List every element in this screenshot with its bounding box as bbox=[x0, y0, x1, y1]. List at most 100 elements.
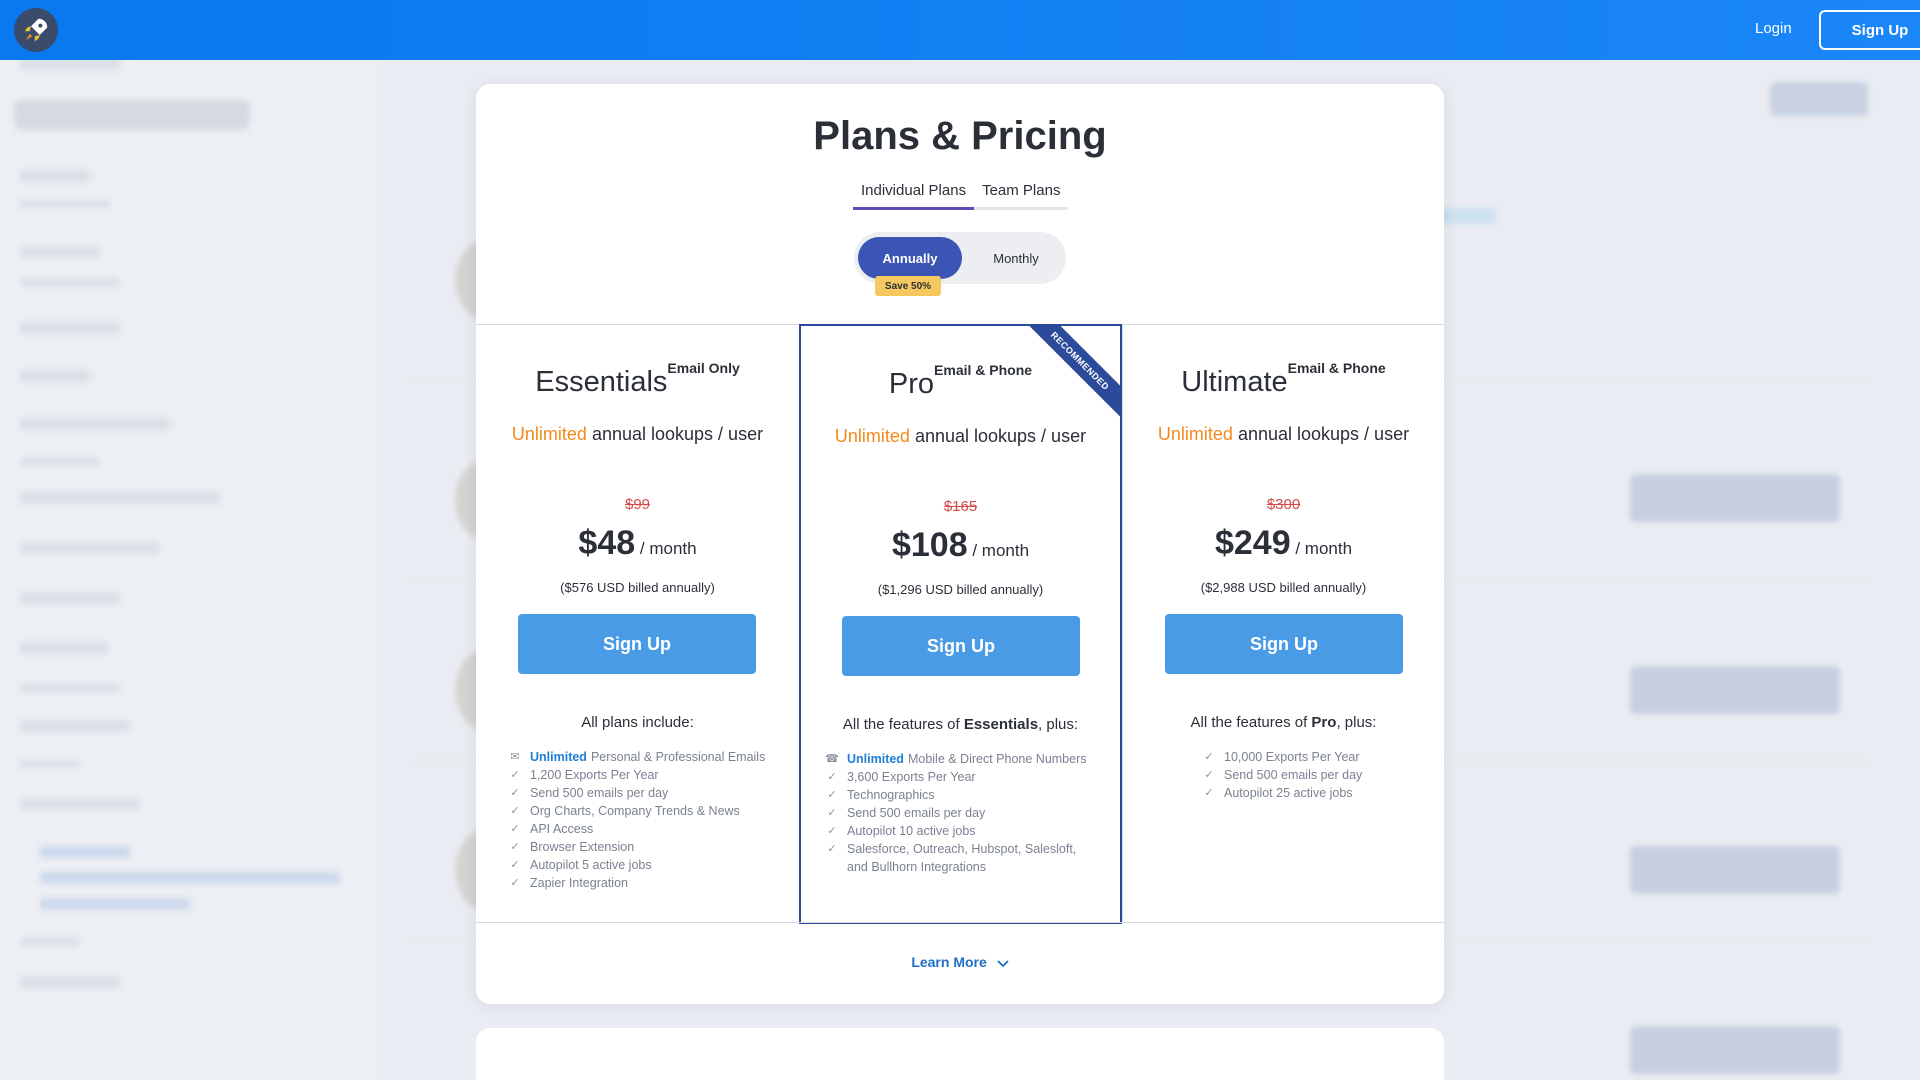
feature-text: and Bullhorn Integrations bbox=[847, 860, 986, 874]
billed-annually-note: ($1,296 USD billed annually) bbox=[877, 582, 1044, 597]
check-icon: ✓ bbox=[510, 859, 520, 871]
check-icon: ✓ bbox=[827, 771, 837, 783]
ultimate-signup-button[interactable]: Sign Up bbox=[1165, 614, 1403, 674]
monthly-option[interactable]: Monthly bbox=[976, 237, 1056, 279]
feature-text: Personal & Professional Emails bbox=[590, 750, 766, 764]
plan-type-tabs: Individual Plans Team Plans bbox=[853, 182, 1069, 210]
feature-text: Zapier Integration bbox=[530, 876, 628, 890]
feature-text: Org Charts, Company Trends & News bbox=[530, 804, 740, 818]
check-icon: ✓ bbox=[827, 825, 837, 837]
original-price: $300 bbox=[1266, 496, 1301, 513]
plan-price: $108 / month bbox=[801, 526, 1120, 565]
top-nav-bar: Login Sign Up bbox=[0, 0, 1920, 60]
feature-item: ✓ Org Charts, Company Trends & News bbox=[508, 802, 765, 820]
check-icon: ✓ bbox=[827, 843, 837, 855]
plan-card-essentials: EssentialsEmail Only Unlimited annual lo… bbox=[476, 324, 800, 923]
feature-text: Autopilot 5 active jobs bbox=[530, 858, 652, 872]
plan-name: Essentials bbox=[535, 366, 668, 398]
feature-item: ✓ Autopilot 25 active jobs bbox=[1202, 784, 1362, 802]
plan-name: Pro bbox=[888, 368, 935, 400]
feature-text: Send 500 emails per day bbox=[530, 786, 669, 800]
plan-lookups: Unlimited annual lookups / user bbox=[801, 426, 1120, 447]
plan-tag: Email & Phone bbox=[1287, 360, 1386, 376]
check-icon: ✓ bbox=[510, 805, 520, 817]
feature-highlight: Unlimited bbox=[847, 752, 904, 766]
lookups-text: annual lookups / user bbox=[1232, 424, 1410, 444]
includes-heading: All the features of Essentials, plus: bbox=[842, 716, 1079, 733]
price-amount: $108 bbox=[891, 526, 968, 564]
feature-item: ✓ Send 500 emails per day bbox=[825, 804, 1087, 822]
chevron-down-icon bbox=[997, 960, 1009, 968]
plan-tag: Email Only bbox=[667, 360, 740, 376]
phone-icon: ☎ bbox=[825, 753, 839, 765]
feature-item: ✓ Technographics bbox=[825, 786, 1087, 804]
feature-item: ☎ Unlimited Mobile & Direct Phone Numbers bbox=[825, 750, 1086, 768]
tab-team-plans[interactable]: Team Plans bbox=[974, 182, 1069, 210]
pro-signup-button[interactable]: Sign Up bbox=[842, 616, 1080, 676]
check-icon: ✓ bbox=[510, 823, 520, 835]
plan-card-ultimate: UltimateEmail & Phone Unlimited annual l… bbox=[1122, 324, 1444, 923]
check-icon: ✓ bbox=[1204, 751, 1214, 763]
feature-list: ☎ Unlimited Mobile & Direct Phone Numbers ✓… bbox=[825, 750, 1087, 876]
plan-lookups: Unlimited annual lookups / user bbox=[476, 424, 799, 445]
plan-tag: Email & Phone bbox=[934, 362, 1033, 378]
annually-option[interactable]: Annually bbox=[858, 237, 962, 279]
unlimited-label: Unlimited bbox=[511, 424, 587, 444]
feature-text: 3,600 Exports Per Year bbox=[847, 770, 976, 784]
billed-annually-note: ($2,988 USD billed annually) bbox=[1200, 580, 1367, 595]
lookups-text: annual lookups / user bbox=[586, 424, 764, 444]
feature-item: ✓ 10,000 Exports Per Year bbox=[1202, 748, 1362, 766]
check-icon: ✓ bbox=[510, 877, 520, 889]
check-icon: ✓ bbox=[827, 807, 837, 819]
feature-text: Send 500 emails per day bbox=[1224, 768, 1363, 782]
save-badge: Save 50% bbox=[875, 276, 941, 296]
feature-text: Autopilot 25 active jobs bbox=[1224, 786, 1353, 800]
check-icon: ✓ bbox=[510, 769, 520, 781]
feature-item: ✓ Salesforce, Outreach, Hubspot, Saleslof… bbox=[825, 840, 1087, 858]
plan-price: $249 / month bbox=[1123, 524, 1444, 563]
unlimited-label: Unlimited bbox=[1157, 424, 1233, 444]
feature-item: ✓ 1,200 Exports Per Year bbox=[508, 766, 765, 784]
unlimited-label: Unlimited bbox=[834, 426, 910, 446]
includes-heading: All the features of Pro, plus: bbox=[1190, 714, 1377, 731]
feature-item: ✓ Zapier Integration bbox=[508, 874, 765, 892]
price-period: / month bbox=[967, 541, 1030, 560]
plan-lookups: Unlimited annual lookups / user bbox=[1123, 424, 1444, 445]
mail-icon: ✉ bbox=[510, 751, 520, 763]
feature-item: and Bullhorn Integrations bbox=[825, 858, 1087, 876]
feature-text: Browser Extension bbox=[530, 840, 635, 854]
plan-name: Ultimate bbox=[1181, 366, 1288, 398]
price-period: / month bbox=[635, 539, 697, 558]
tab-individual-plans[interactable]: Individual Plans bbox=[853, 182, 975, 210]
feature-text: Salesforce, Outreach, Hubspot, Salesloft… bbox=[847, 842, 1077, 856]
feature-list: ✉ Unlimited Personal & Professional Emails… bbox=[508, 748, 765, 892]
login-link[interactable]: Login bbox=[1755, 20, 1792, 37]
check-icon: ✓ bbox=[1204, 787, 1214, 799]
original-price: $99 bbox=[624, 496, 651, 513]
lookups-text: annual lookups / user bbox=[909, 426, 1087, 446]
essentials-signup-button[interactable]: Sign Up bbox=[518, 614, 756, 674]
feature-text: 10,000 Exports Per Year bbox=[1224, 750, 1360, 764]
top-signup-button[interactable]: Sign Up bbox=[1819, 10, 1920, 50]
feature-highlight: Unlimited bbox=[530, 750, 587, 764]
feature-text: Autopilot 10 active jobs bbox=[847, 824, 976, 838]
check-icon: ✓ bbox=[827, 789, 837, 801]
secondary-modal-panel bbox=[476, 1028, 1444, 1080]
feature-text: Technographics bbox=[847, 788, 935, 802]
feature-item: ✓ Send 500 emails per day bbox=[1202, 766, 1362, 784]
includes-heading: All plans include: bbox=[581, 714, 694, 731]
rocket-logo-icon[interactable] bbox=[14, 8, 58, 52]
pricing-modal: Plans & Pricing Individual Plans Team Pl… bbox=[476, 84, 1444, 1004]
feature-item: ✓ API Access bbox=[508, 820, 765, 838]
feature-item: ✓ Autopilot 10 active jobs bbox=[825, 822, 1087, 840]
learn-more-link[interactable]: Learn More bbox=[476, 954, 1444, 970]
feature-item: ✓ Send 500 emails per day bbox=[508, 784, 765, 802]
price-amount: $249 bbox=[1214, 524, 1291, 562]
divider bbox=[476, 922, 1444, 923]
price-period: / month bbox=[1290, 539, 1353, 558]
plan-price: $48 / month bbox=[476, 524, 799, 563]
feature-item: ✉ Unlimited Personal & Professional Emails bbox=[508, 748, 765, 766]
feature-text: API Access bbox=[530, 822, 594, 836]
feature-item: ✓ Autopilot 5 active jobs bbox=[508, 856, 765, 874]
